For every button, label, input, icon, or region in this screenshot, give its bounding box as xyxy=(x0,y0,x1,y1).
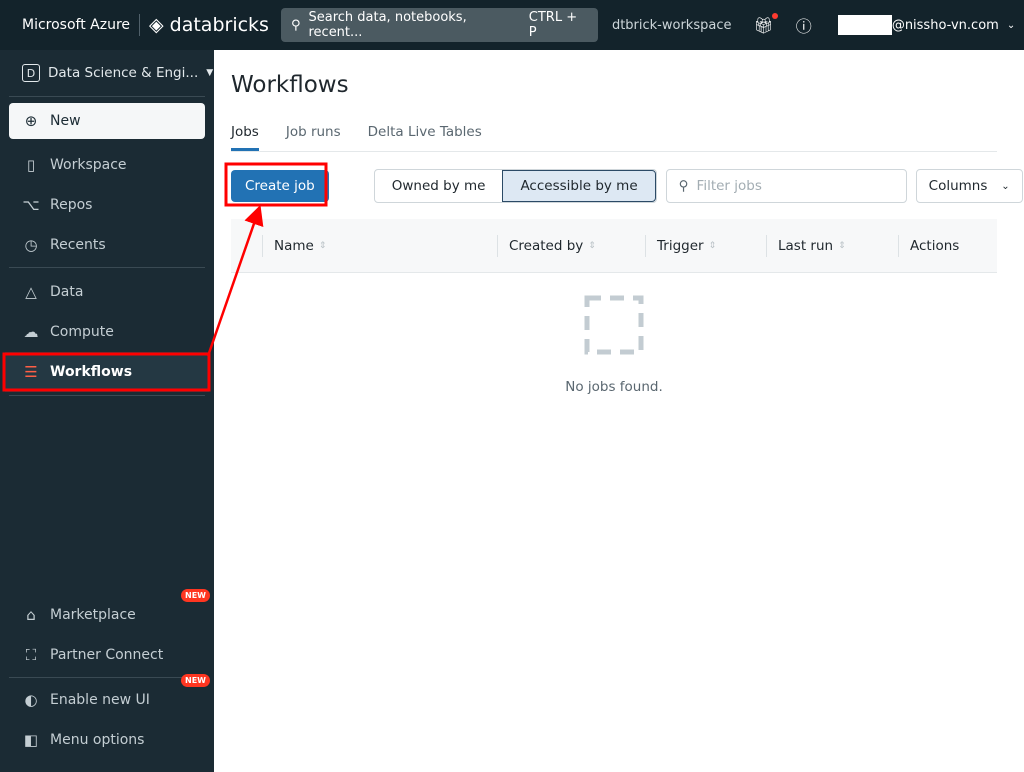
chevron-down-icon: ⌄ xyxy=(1001,180,1010,192)
header-label: Trigger xyxy=(657,237,704,254)
sidebar-item-label: Enable new UI xyxy=(50,692,150,708)
empty-state: No jobs found. xyxy=(231,295,997,395)
divider xyxy=(9,395,205,396)
column-header-actions: Actions xyxy=(898,234,960,257)
divider xyxy=(139,14,141,36)
tab-job-runs[interactable]: Job runs xyxy=(286,124,341,151)
columns-label: Columns xyxy=(928,178,988,194)
sidebar-item-label: Compute xyxy=(50,324,114,340)
divider xyxy=(9,677,205,678)
sidebar-item-partner-connect[interactable]: ⛶ Partner Connect xyxy=(0,635,214,675)
user-email: @nissho-vn.com xyxy=(891,17,999,33)
sort-icon: ⇕ xyxy=(318,240,327,251)
notebook-icon: ▯ xyxy=(26,156,36,174)
plus-circle-icon: ⊕ xyxy=(24,112,38,130)
sidebar-panel-icon: ◧ xyxy=(23,731,39,749)
filter-jobs-input[interactable]: ⚲ Filter jobs xyxy=(665,169,907,203)
new-button[interactable]: ⊕ New xyxy=(9,103,205,139)
workspace-name[interactable]: dtbrick-workspace xyxy=(612,18,732,33)
search-shortcut: CTRL + P xyxy=(528,10,578,40)
header-label: Name xyxy=(274,237,314,254)
user-menu[interactable]: @nissho-vn.com ⌄ xyxy=(837,15,1016,35)
ownership-filter: Owned by me Accessible by me xyxy=(373,169,657,203)
filter-placeholder: Filter jobs xyxy=(696,178,762,194)
column-header-name[interactable]: Name ⇕ xyxy=(262,234,497,257)
persona-icon: D xyxy=(22,64,40,82)
persona-switcher[interactable]: D Data Science & Engi... ▼ xyxy=(0,50,214,96)
page-title: Workflows xyxy=(231,72,349,98)
brand: Microsoft Azure xyxy=(22,17,131,33)
chevron-down-icon: ⌄ xyxy=(1006,19,1016,31)
empty-box-icon xyxy=(584,295,644,355)
sidebar-item-label: Workflows xyxy=(50,364,133,380)
logo-text: databricks xyxy=(169,14,269,36)
sidebar-item-workflows[interactable]: ☰ Workflows xyxy=(5,352,209,392)
clock-icon: ◷ xyxy=(24,236,38,254)
search-icon: ⚲ xyxy=(678,178,689,194)
header-label: Last run xyxy=(778,237,834,254)
repo-icon: ⌥ xyxy=(22,196,40,214)
sidebar-item-label: Recents xyxy=(50,237,106,253)
new-label: New xyxy=(50,113,81,129)
cloud-icon: ☁︎ xyxy=(23,323,39,341)
new-badge: NEW xyxy=(181,589,210,602)
header-label: Created by xyxy=(509,237,584,254)
store-icon: ⌂ xyxy=(26,606,36,624)
help-icon[interactable]: ⓘ xyxy=(796,13,812,37)
tab-delta-live-tables[interactable]: Delta Live Tables xyxy=(368,124,482,151)
divider xyxy=(9,267,205,268)
search-icon: ⚲ xyxy=(290,17,301,33)
sidebar-item-menu-options[interactable]: ◧ Menu options xyxy=(0,720,214,760)
table-header: Name ⇕ Created by ⇕ Trigger ⇕ Last run ⇕ Act… xyxy=(231,219,997,273)
sidebar-item-enable-new-ui[interactable]: ◐ Enable new UI NEW xyxy=(0,674,214,720)
sidebar-item-label: Data xyxy=(50,284,84,300)
sort-icon: ⇕ xyxy=(708,240,717,251)
header-label: Actions xyxy=(910,237,960,254)
partner-icon: ⛶ xyxy=(25,646,37,664)
owned-by-me-toggle[interactable]: Owned by me xyxy=(375,170,503,202)
sidebar-item-label: Partner Connect xyxy=(50,647,164,663)
tab-bar: Jobs Job runs Delta Live Tables xyxy=(231,124,997,152)
main-content: Workflows Jobs Job runs Delta Live Table… xyxy=(214,50,1024,772)
redacted-username xyxy=(837,15,892,35)
sidebar-item-label: Menu options xyxy=(50,732,145,748)
databricks-logo[interactable]: ◈ databricks xyxy=(149,14,269,36)
gift-icon[interactable]: 🎁︎ xyxy=(753,12,778,35)
notification-dot xyxy=(771,12,778,19)
column-header-trigger[interactable]: Trigger ⇕ xyxy=(645,234,766,257)
sidebar-item-label: Workspace xyxy=(50,157,127,173)
sidebar-item-compute[interactable]: ☁︎ Compute xyxy=(0,312,214,352)
sidebar-item-repos[interactable]: ⌥ Repos xyxy=(0,185,214,225)
sidebar-item-data[interactable]: △ Data xyxy=(0,272,214,312)
new-badge: NEW xyxy=(181,674,210,687)
top-bar: Microsoft Azure ◈ databricks ⚲ Search data… xyxy=(0,0,1024,50)
workflows-icon: ☰ xyxy=(24,363,38,381)
search-placeholder: Search data, notebooks, recent... xyxy=(308,10,467,40)
sort-icon: ⇕ xyxy=(838,240,846,251)
toggle-icon: ◐ xyxy=(24,691,38,709)
sidebar-item-workspace[interactable]: ▯ Workspace xyxy=(0,145,214,185)
sort-icon: ⇕ xyxy=(588,240,596,251)
column-header-created-by[interactable]: Created by ⇕ xyxy=(497,234,645,257)
sidebar-item-marketplace[interactable]: ⌂ Marketplace NEW xyxy=(0,589,214,635)
columns-dropdown[interactable]: Columns ⌄ xyxy=(915,169,1023,203)
create-job-button[interactable]: Create job xyxy=(231,170,329,202)
sidebar: D Data Science & Engi... ▼ ⊕ New ▯ Workspace… xyxy=(0,50,214,772)
sidebar-item-label: Repos xyxy=(50,197,93,213)
toolbar: Create job Owned by me Accessible by me … xyxy=(231,169,1024,203)
column-header-last-run[interactable]: Last run ⇕ xyxy=(766,234,898,257)
caret-down-icon: ▼ xyxy=(206,68,214,78)
sidebar-item-recents[interactable]: ◷ Recents xyxy=(0,225,214,265)
empty-message: No jobs found. xyxy=(565,379,663,395)
databricks-icon: ◈ xyxy=(149,14,164,36)
divider xyxy=(9,96,205,97)
global-search[interactable]: ⚲ Search data, notebooks, recent... CTRL +… xyxy=(280,8,598,42)
sidebar-item-label: Marketplace xyxy=(50,607,136,623)
tab-jobs[interactable]: Jobs xyxy=(231,124,259,151)
accessible-by-me-toggle[interactable]: Accessible by me xyxy=(502,170,656,202)
persona-label: Data Science & Engi... xyxy=(48,65,199,81)
shapes-icon: △ xyxy=(25,283,37,301)
